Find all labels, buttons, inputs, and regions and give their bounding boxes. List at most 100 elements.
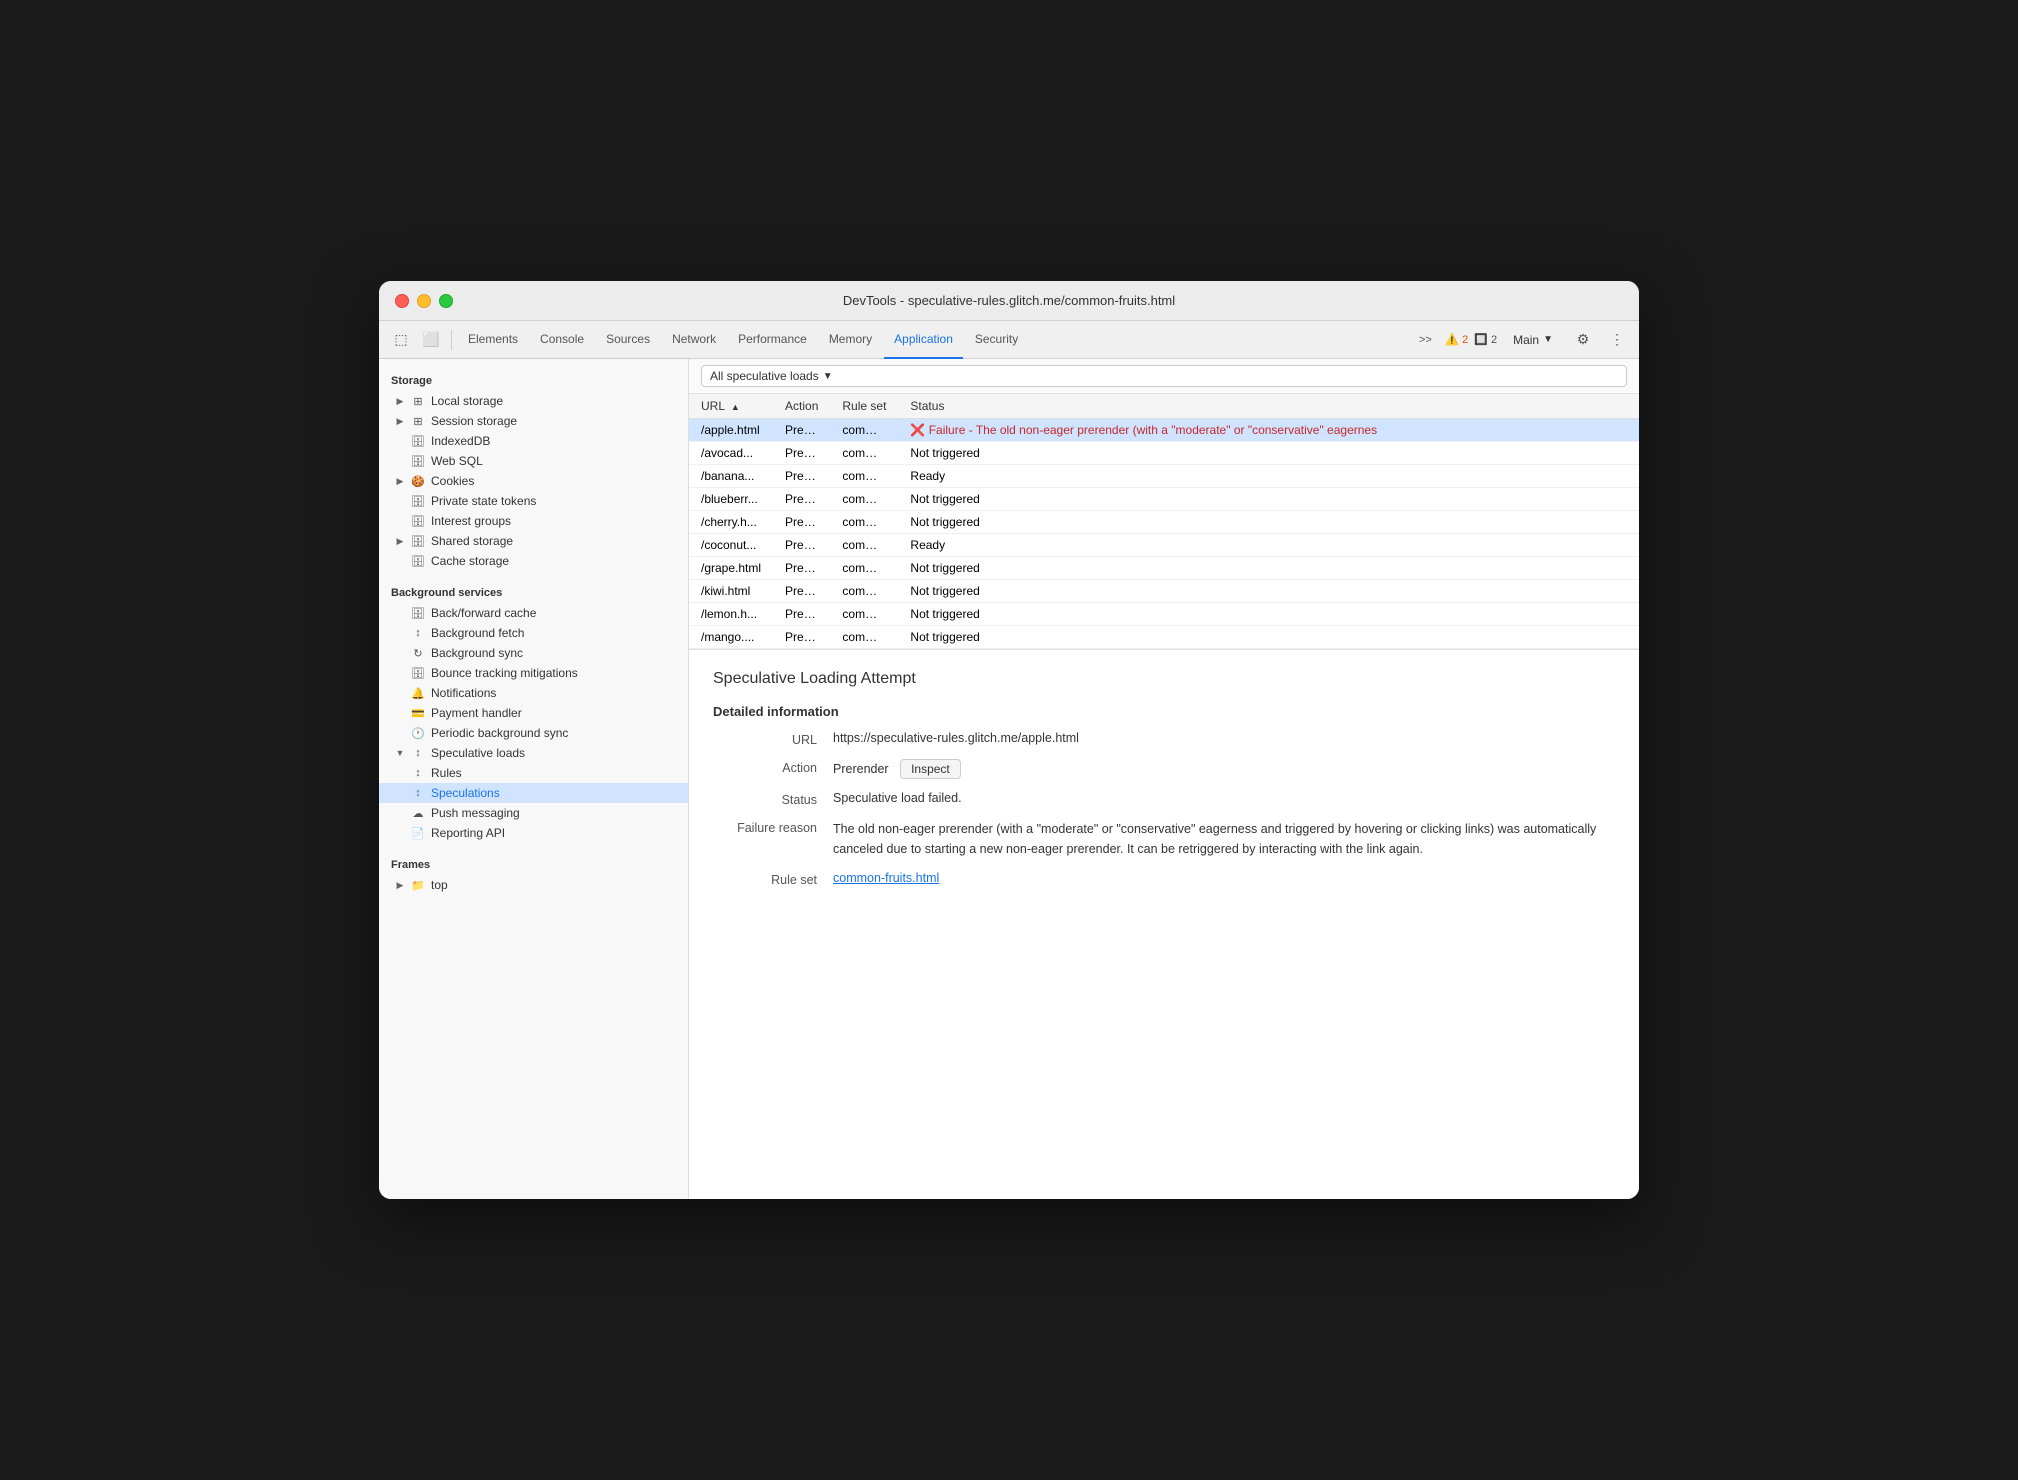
warnings-badge[interactable]: ⚠️ 2	[1445, 333, 1468, 346]
sidebar-item-background-sync[interactable]: ▶ ↻ Background sync	[379, 643, 688, 663]
sidebar-item-speculative-loads[interactable]: ▼ ↕ Speculative loads	[379, 743, 688, 763]
sidebar-item-rules[interactable]: ↕ Rules	[379, 763, 688, 783]
col-header-ruleset[interactable]: Rule set	[830, 394, 898, 419]
ruleset-label: Rule set	[713, 871, 833, 887]
cell-status: Not triggered	[898, 511, 1639, 534]
table-row[interactable]: /avocad...Prerendercommon-fr...Not trigg…	[689, 442, 1639, 465]
sidebar-item-cache-storage[interactable]: ▶ 🗄 Cache storage	[379, 551, 688, 571]
col-header-url[interactable]: URL ▲	[689, 394, 773, 419]
sidebar-label-cookies: Cookies	[431, 474, 474, 488]
sidebar-item-reporting-api[interactable]: ▶ 📄 Reporting API	[379, 823, 688, 843]
sidebar-item-indexeddb[interactable]: ▶ 🗄 IndexedDB	[379, 431, 688, 451]
close-button[interactable]	[395, 294, 409, 308]
sidebar-item-back-forward-cache[interactable]: ▶ 🗄 Back/forward cache	[379, 603, 688, 623]
sidebar-item-session-storage[interactable]: ▶ ⊞ Session storage	[379, 411, 688, 431]
tab-network[interactable]: Network	[662, 321, 726, 359]
tab-console[interactable]: Console	[530, 321, 594, 359]
rules-icon: ↕	[411, 766, 425, 780]
cell-status: Not triggered	[898, 603, 1639, 626]
cookie-icon: 🍪	[411, 474, 425, 488]
sidebar: Storage ▶ ⊞ Local storage ▶ ⊞ Session st…	[379, 359, 689, 1199]
sidebar-item-notifications[interactable]: ▶ 🔔 Notifications	[379, 683, 688, 703]
cache-icon: 🗄	[411, 606, 425, 620]
cursor-icon[interactable]: ⬚	[387, 326, 415, 354]
tab-memory[interactable]: Memory	[819, 321, 882, 359]
table-row[interactable]: /cherry.h...Prerendercommon-fr...Not tri…	[689, 511, 1639, 534]
cell-status: Not triggered	[898, 442, 1639, 465]
filter-dropdown[interactable]: All speculative loads ▼	[701, 365, 1627, 387]
col-header-status[interactable]: Status	[898, 394, 1639, 419]
sidebar-item-background-fetch[interactable]: ▶ ↕ Background fetch	[379, 623, 688, 643]
inspect-button[interactable]: Inspect	[900, 759, 961, 779]
table-row[interactable]: /grape.htmlPrerendercommon-fr...Not trig…	[689, 557, 1639, 580]
action-label: Action	[713, 759, 833, 779]
speculations-table: URL ▲ Action Rule set Status /apple.html…	[689, 394, 1639, 649]
cell-url: /blueberr...	[689, 488, 773, 511]
cell-ruleset: common-fr...	[830, 603, 898, 626]
sidebar-item-top[interactable]: ▶ 📁 top	[379, 875, 688, 895]
table-row[interactable]: /mango....Prerendercommon-fr...Not trigg…	[689, 626, 1639, 649]
sidebar-item-shared-storage[interactable]: ▶ 🗄 Shared storage	[379, 531, 688, 551]
device-icon[interactable]: ⬜	[417, 326, 445, 354]
table-row[interactable]: /kiwi.htmlPrerendercommon-fr...Not trigg…	[689, 580, 1639, 603]
sidebar-item-private-state-tokens[interactable]: ▶ 🗄 Private state tokens	[379, 491, 688, 511]
info-count: 2	[1491, 334, 1497, 346]
payment-icon: 💳	[411, 706, 425, 720]
sidebar-item-cookies[interactable]: ▶ 🍪 Cookies	[379, 471, 688, 491]
sidebar-label-shared-storage: Shared storage	[431, 534, 513, 548]
cell-status: ❌ Failure - The old non-eager prerender …	[898, 419, 1639, 442]
cell-url: /grape.html	[689, 557, 773, 580]
cell-url: /kiwi.html	[689, 580, 773, 603]
col-header-action[interactable]: Action	[773, 394, 830, 419]
tab-performance[interactable]: Performance	[728, 321, 817, 359]
ruleset-value: common-fruits.html	[833, 871, 1615, 887]
table-row[interactable]: /lemon.h...Prerendercommon-fr...Not trig…	[689, 603, 1639, 626]
bounce-icon: 🗄	[411, 666, 425, 680]
sidebar-item-speculations[interactable]: ↕ Speculations	[379, 783, 688, 803]
more-options-icon[interactable]: ⋮	[1603, 326, 1631, 354]
sidebar-item-web-sql[interactable]: ▶ 🗄 Web SQL	[379, 451, 688, 471]
table-row[interactable]: /coconut...Prerendercommon-fr...Ready	[689, 534, 1639, 557]
main-selector[interactable]: Main ▼	[1503, 326, 1563, 354]
action-value: Prerender Inspect	[833, 759, 1615, 779]
failure-text: The old non-eager prerender (with a "mod…	[833, 819, 1615, 859]
sidebar-item-periodic-background-sync[interactable]: ▶ 🕐 Periodic background sync	[379, 723, 688, 743]
title-bar: DevTools - speculative-rules.glitch.me/c…	[379, 281, 1639, 321]
table-row[interactable]: /blueberr...Prerendercommon-fr...Not tri…	[689, 488, 1639, 511]
table-row[interactable]: /banana...Prerendercommon-fr...Ready	[689, 465, 1639, 488]
cell-action: Prerender	[773, 534, 830, 557]
tab-application[interactable]: Application	[884, 321, 963, 359]
minimize-button[interactable]	[417, 294, 431, 308]
sidebar-item-payment-handler[interactable]: ▶ 💳 Payment handler	[379, 703, 688, 723]
more-tabs-button[interactable]: >>	[1411, 326, 1439, 354]
cell-ruleset: common-fr...	[830, 442, 898, 465]
sidebar-item-bounce-tracking[interactable]: ▶ 🗄 Bounce tracking mitigations	[379, 663, 688, 683]
sidebar-item-local-storage[interactable]: ▶ ⊞ Local storage	[379, 391, 688, 411]
expand-arrow-icon: ▶	[395, 476, 405, 486]
content-toolbar: All speculative loads ▼	[689, 359, 1639, 394]
tab-elements[interactable]: Elements	[458, 321, 528, 359]
storage-section-header: Storage	[379, 367, 688, 391]
speculations-icon: ↕	[411, 786, 425, 800]
sidebar-label-back-forward-cache: Back/forward cache	[431, 606, 536, 620]
table-icon: ⊞	[411, 394, 425, 408]
cell-ruleset: common-fr...	[830, 465, 898, 488]
maximize-button[interactable]	[439, 294, 453, 308]
tab-sources[interactable]: Sources	[596, 321, 660, 359]
info-badge[interactable]: 🔲 2	[1474, 333, 1497, 346]
sidebar-label-background-fetch: Background fetch	[431, 626, 524, 640]
speculations-table-container: URL ▲ Action Rule set Status /apple.html…	[689, 394, 1639, 650]
tab-security[interactable]: Security	[965, 321, 1028, 359]
ruleset-link[interactable]: common-fruits.html	[833, 871, 939, 885]
detail-row-ruleset: Rule set common-fruits.html	[713, 871, 1615, 887]
sidebar-item-push-messaging[interactable]: ▶ ☁ Push messaging	[379, 803, 688, 823]
url-label: URL	[713, 731, 833, 747]
settings-icon[interactable]: ⚙	[1569, 326, 1597, 354]
toolbar-right: >> ⚠️ 2 🔲 2 Main ▼ ⚙ ⋮	[1411, 326, 1631, 354]
cylinder-icon: 🗄	[411, 454, 425, 468]
cell-action: Prerender	[773, 603, 830, 626]
sidebar-item-interest-groups[interactable]: ▶ 🗄 Interest groups	[379, 511, 688, 531]
cell-url: /banana...	[689, 465, 773, 488]
warning-icon: ⚠️	[1445, 333, 1459, 346]
table-row[interactable]: /apple.htmlPrerendercommon-fr...❌ Failur…	[689, 419, 1639, 442]
